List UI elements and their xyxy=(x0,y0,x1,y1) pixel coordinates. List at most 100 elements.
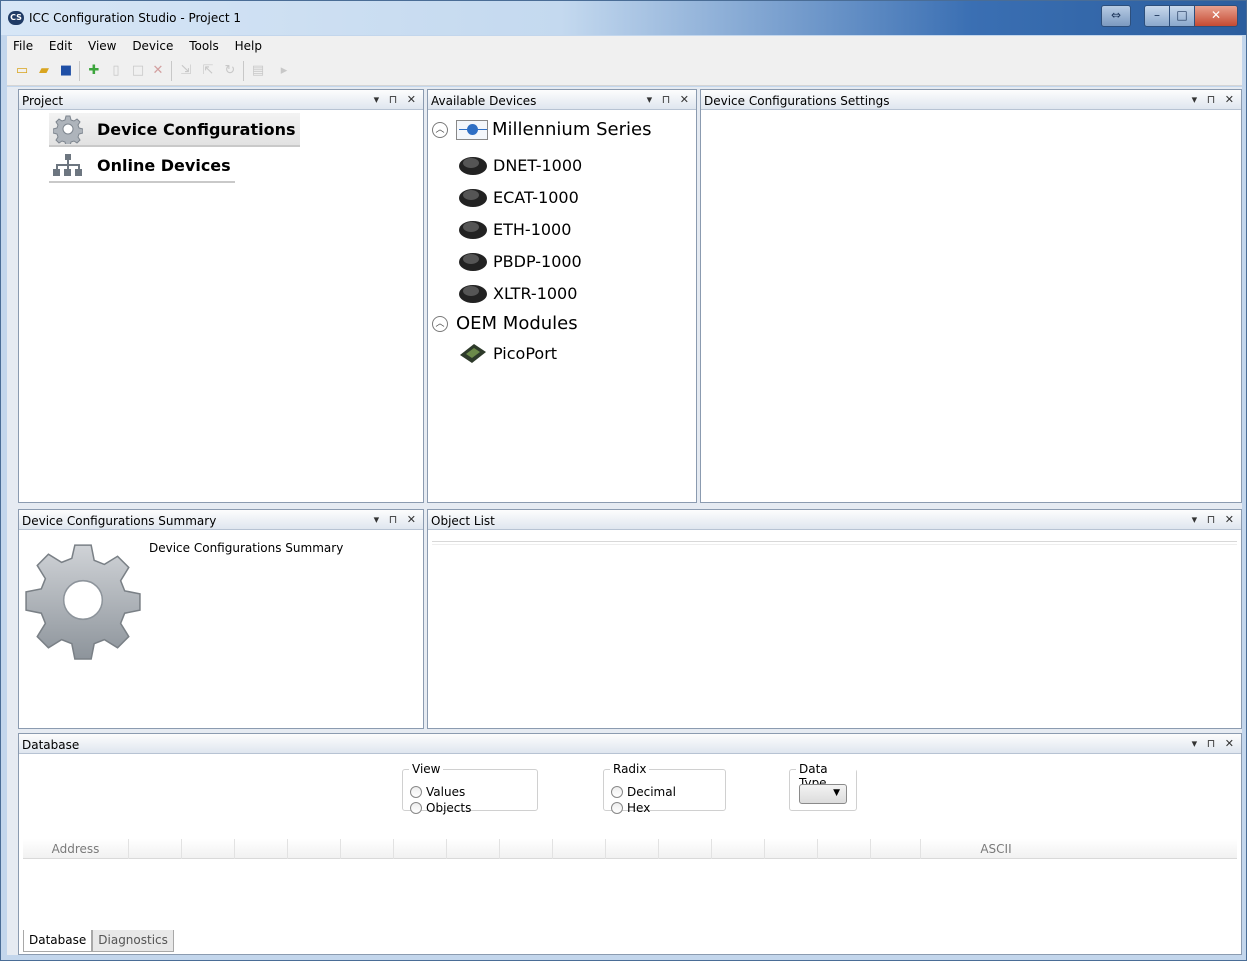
gateway-device-icon xyxy=(459,221,487,239)
tree-item-label: Online Devices xyxy=(97,155,231,175)
column-header[interactable] xyxy=(871,839,921,859)
add-icon[interactable]: ✚ xyxy=(85,62,103,80)
view-legend: View xyxy=(409,762,444,776)
tree-item-device-configurations[interactable]: Device Configurations xyxy=(49,113,300,147)
millennium-series-icon xyxy=(456,119,488,140)
device-label: XLTR-1000 xyxy=(493,283,578,303)
panel-header: Project ▾ ⊓ ✕ xyxy=(19,90,423,110)
device-item-picoport[interactable]: PicoPort xyxy=(458,341,557,365)
values-radio[interactable]: Values xyxy=(410,785,465,799)
hex-radio[interactable]: Hex xyxy=(611,801,650,815)
chevron-down-icon: ▼ xyxy=(833,788,840,798)
device-label: PicoPort xyxy=(493,343,558,363)
menu-edit[interactable]: Edit xyxy=(43,36,78,53)
tab-database[interactable]: Database xyxy=(23,930,93,952)
column-header[interactable] xyxy=(712,839,765,859)
device-item-xltr-1000[interactable]: XLTR-1000 xyxy=(458,281,577,305)
device-item-ecat-1000[interactable]: ECAT-1000 xyxy=(458,185,579,209)
restore-arrows-button[interactable]: ⇔ xyxy=(1101,5,1131,27)
column-header[interactable] xyxy=(394,839,447,859)
data-type-group: Data Type ▼ xyxy=(789,762,857,811)
panel-controls[interactable]: ▾ ⊓ ✕ xyxy=(374,93,419,106)
panel-title: Available Devices xyxy=(431,94,537,108)
column-header[interactable] xyxy=(235,839,288,859)
network-tree-icon xyxy=(49,150,87,180)
column-header[interactable] xyxy=(606,839,659,859)
toolbar-separator xyxy=(79,61,80,81)
maximize-button[interactable]: □ xyxy=(1169,5,1195,27)
panel-header: Available Devices ▾ ⊓ ✕ xyxy=(428,90,696,110)
panel-controls[interactable]: ▾ ⊓ ✕ xyxy=(1192,513,1237,526)
database-panel: Database ▾ ⊓ ✕ View Values Objects Radix… xyxy=(18,733,1242,955)
device-item-eth-1000[interactable]: ETH-1000 xyxy=(458,217,571,241)
open-folder-icon[interactable]: ▰ xyxy=(35,62,53,80)
object-list-header xyxy=(432,541,1237,545)
tree-group-label: OEM Modules xyxy=(456,313,578,334)
tree-group-millennium-series[interactable]: ︿ Millennium Series xyxy=(432,119,651,140)
panel-title: Device Configurations Summary xyxy=(22,514,217,528)
device-item-dnet-1000[interactable]: DNET-1000 xyxy=(458,153,582,177)
collapse-chevron-icon[interactable]: ︿ xyxy=(432,315,448,332)
tree-item-online-devices[interactable]: Online Devices xyxy=(49,149,235,183)
gateway-device-icon xyxy=(459,157,487,175)
radix-group: Radix Decimal Hex xyxy=(603,762,726,815)
summary-heading: Device Configurations Summary xyxy=(149,541,344,555)
decimal-radio[interactable]: Decimal xyxy=(611,785,676,799)
column-ascii[interactable]: ASCII xyxy=(921,839,1071,859)
minimize-button[interactable]: – xyxy=(1144,5,1170,27)
menu-device[interactable]: Device xyxy=(126,36,179,53)
data-type-dropdown[interactable]: ▼ xyxy=(799,784,847,804)
menu-help[interactable]: Help xyxy=(229,36,268,53)
gear-icon xyxy=(49,114,87,144)
panel-header: Object List ▾ ⊓ ✕ xyxy=(428,510,1241,530)
menu-file[interactable]: File xyxy=(7,36,39,53)
save-icon[interactable]: ■ xyxy=(57,62,75,80)
tree-item-label: Device Configurations xyxy=(97,119,296,139)
column-header[interactable] xyxy=(553,839,606,859)
column-header[interactable] xyxy=(182,839,235,859)
upload-icon[interactable]: ▯ xyxy=(107,62,125,80)
gateway-device-icon xyxy=(459,285,487,303)
objects-radio[interactable]: Objects xyxy=(410,801,471,815)
panel-title: Device Configurations Settings xyxy=(704,94,890,108)
close-button[interactable]: ✕ xyxy=(1194,5,1238,27)
panel-header: Database ▾ ⊓ ✕ xyxy=(19,734,1241,754)
device-label: PBDP-1000 xyxy=(493,251,582,271)
download-icon[interactable]: ⇲ xyxy=(177,62,195,80)
column-header[interactable] xyxy=(818,839,871,859)
panel-controls[interactable]: ▾ ⊓ ✕ xyxy=(1192,737,1237,750)
delete-icon[interactable]: ✕ xyxy=(149,62,167,80)
column-header[interactable] xyxy=(765,839,818,859)
new-project-icon[interactable]: ▭ xyxy=(13,62,31,80)
column-address[interactable]: Address xyxy=(23,839,129,859)
toolbar-overflow-icon[interactable]: ▸ xyxy=(275,62,293,80)
column-header[interactable] xyxy=(129,839,182,859)
copy-icon[interactable]: □ xyxy=(129,62,147,80)
column-header[interactable] xyxy=(500,839,553,859)
export-icon[interactable]: ▤ xyxy=(249,62,267,80)
upload-device-icon[interactable]: ⇱ xyxy=(199,62,217,80)
panel-controls[interactable]: ▾ ⊓ ✕ xyxy=(647,93,692,106)
panel-controls[interactable]: ▾ ⊓ ✕ xyxy=(374,513,419,526)
column-header[interactable] xyxy=(659,839,712,859)
panel-controls[interactable]: ▾ ⊓ ✕ xyxy=(1192,93,1237,106)
tree-group-oem-modules[interactable]: ︿ OEM Modules xyxy=(432,313,578,334)
client-area: Project ▾ ⊓ ✕ Device Configurations Onli… xyxy=(7,87,1242,955)
refresh-icon[interactable]: ↻ xyxy=(221,62,239,80)
toolbar-separator xyxy=(171,61,172,81)
app-window: CS ICC Configuration Studio - Project 1 … xyxy=(0,0,1247,961)
device-configurations-summary-panel: Device Configurations Summary ▾ ⊓ ✕ Devi… xyxy=(18,509,424,729)
column-header[interactable] xyxy=(341,839,394,859)
menu-tools[interactable]: Tools xyxy=(183,36,225,53)
column-header[interactable] xyxy=(447,839,500,859)
column-header[interactable] xyxy=(288,839,341,859)
app-logo-icon: CS xyxy=(8,11,24,25)
menu-view[interactable]: View xyxy=(82,36,122,53)
title-bar: CS ICC Configuration Studio - Project 1 … xyxy=(1,1,1246,35)
collapse-chevron-icon[interactable]: ︿ xyxy=(432,121,448,138)
device-item-pbdp-1000[interactable]: PBDP-1000 xyxy=(458,249,582,273)
radix-legend: Radix xyxy=(610,762,650,776)
chip-module-icon xyxy=(460,344,486,363)
object-list-panel: Object List ▾ ⊓ ✕ xyxy=(427,509,1242,729)
tab-diagnostics[interactable]: Diagnostics xyxy=(92,930,174,952)
